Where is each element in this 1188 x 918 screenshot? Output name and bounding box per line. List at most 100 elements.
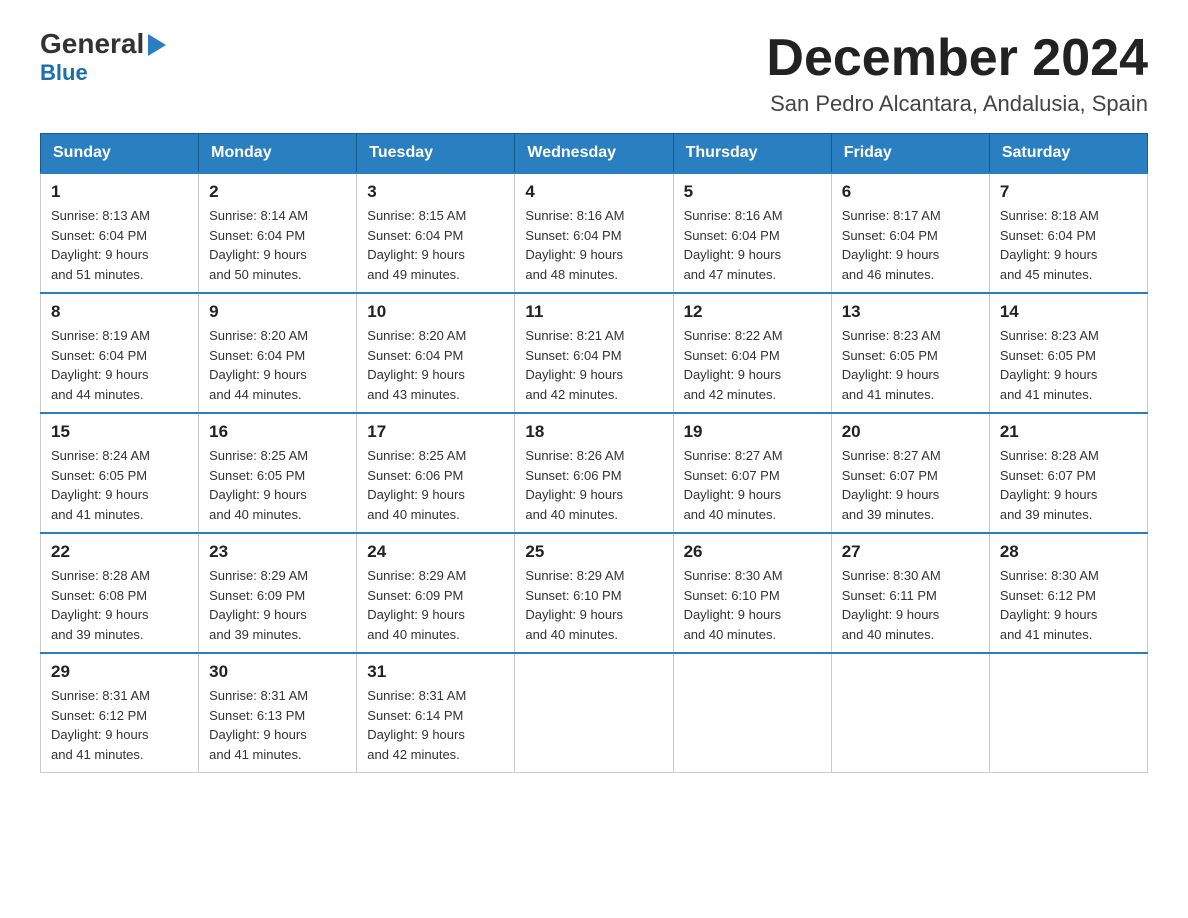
day-number: 28: [1000, 542, 1137, 562]
day-number: 8: [51, 302, 188, 322]
day-info: Sunrise: 8:31 AMSunset: 6:14 PMDaylight:…: [367, 686, 504, 764]
calendar-day-cell: 26Sunrise: 8:30 AMSunset: 6:10 PMDayligh…: [673, 533, 831, 653]
day-info: Sunrise: 8:31 AMSunset: 6:13 PMDaylight:…: [209, 686, 346, 764]
calendar-empty-cell: [673, 653, 831, 773]
day-number: 13: [842, 302, 979, 322]
calendar-week-row-5: 29Sunrise: 8:31 AMSunset: 6:12 PMDayligh…: [41, 653, 1148, 773]
calendar-day-cell: 1 Sunrise: 8:13 AMSunset: 6:04 PMDaylight…: [41, 173, 199, 293]
day-number: 3: [367, 182, 504, 202]
day-info: Sunrise: 8:30 AMSunset: 6:11 PMDaylight:…: [842, 566, 979, 644]
day-number: 17: [367, 422, 504, 442]
day-info: Sunrise: 8:16 AMSunset: 6:04 PMDaylight:…: [684, 206, 821, 284]
day-number: 2: [209, 182, 346, 202]
day-info: Sunrise: 8:28 AMSunset: 6:08 PMDaylight:…: [51, 566, 188, 644]
page-subtitle: San Pedro Alcantara, Andalusia, Spain: [766, 91, 1148, 117]
day-number: 20: [842, 422, 979, 442]
day-number: 29: [51, 662, 188, 682]
day-info: Sunrise: 8:15 AMSunset: 6:04 PMDaylight:…: [367, 206, 504, 284]
calendar-day-cell: 11 Sunrise: 8:21 AMSunset: 6:04 PMDayligh…: [515, 293, 673, 413]
day-info: Sunrise: 8:21 AMSunset: 6:04 PMDaylight:…: [525, 326, 662, 404]
calendar-week-row-4: 22Sunrise: 8:28 AMSunset: 6:08 PMDayligh…: [41, 533, 1148, 653]
logo-triangle-icon: [146, 32, 168, 58]
day-info: Sunrise: 8:25 AMSunset: 6:06 PMDaylight:…: [367, 446, 504, 524]
day-info: Sunrise: 8:30 AMSunset: 6:12 PMDaylight:…: [1000, 566, 1137, 644]
day-number: 27: [842, 542, 979, 562]
day-info: Sunrise: 8:20 AMSunset: 6:04 PMDaylight:…: [367, 326, 504, 404]
calendar-day-cell: 2Sunrise: 8:14 AMSunset: 6:04 PMDaylight…: [199, 173, 357, 293]
calendar-week-row-2: 8 Sunrise: 8:19 AMSunset: 6:04 PMDaylight…: [41, 293, 1148, 413]
day-number: 15: [51, 422, 188, 442]
day-number: 31: [367, 662, 504, 682]
day-info: Sunrise: 8:29 AMSunset: 6:09 PMDaylight:…: [209, 566, 346, 644]
day-number: 25: [525, 542, 662, 562]
calendar-day-cell: 20 Sunrise: 8:27 AMSunset: 6:07 PMDayligh…: [831, 413, 989, 533]
day-info: Sunrise: 8:27 AMSunset: 6:07 PMDaylight:…: [842, 446, 979, 524]
logo: General Blue: [40, 30, 168, 86]
calendar-day-cell: 19 Sunrise: 8:27 AMSunset: 6:07 PMDayligh…: [673, 413, 831, 533]
day-info: Sunrise: 8:29 AMSunset: 6:10 PMDaylight:…: [525, 566, 662, 644]
day-info: Sunrise: 8:28 AMSunset: 6:07 PMDaylight:…: [1000, 446, 1137, 524]
calendar-header-row: Sunday Monday Tuesday Wednesday Thursday…: [41, 134, 1148, 174]
calendar-day-cell: 30 Sunrise: 8:31 AMSunset: 6:13 PMDayligh…: [199, 653, 357, 773]
calendar-day-cell: 18 Sunrise: 8:26 AMSunset: 6:06 PMDayligh…: [515, 413, 673, 533]
day-number: 21: [1000, 422, 1137, 442]
col-tuesday: Tuesday: [357, 134, 515, 174]
calendar-day-cell: 31 Sunrise: 8:31 AMSunset: 6:14 PMDayligh…: [357, 653, 515, 773]
calendar-day-cell: 16 Sunrise: 8:25 AMSunset: 6:05 PMDayligh…: [199, 413, 357, 533]
day-number: 18: [525, 422, 662, 442]
day-number: 6: [842, 182, 979, 202]
title-block: December 2024 San Pedro Alcantara, Andal…: [766, 30, 1148, 117]
day-info: Sunrise: 8:18 AMSunset: 6:04 PMDaylight:…: [1000, 206, 1137, 284]
day-info: Sunrise: 8:26 AMSunset: 6:06 PMDaylight:…: [525, 446, 662, 524]
col-monday: Monday: [199, 134, 357, 174]
calendar-day-cell: 17 Sunrise: 8:25 AMSunset: 6:06 PMDayligh…: [357, 413, 515, 533]
day-info: Sunrise: 8:25 AMSunset: 6:05 PMDaylight:…: [209, 446, 346, 524]
calendar-table: Sunday Monday Tuesday Wednesday Thursday…: [40, 133, 1148, 773]
day-number: 16: [209, 422, 346, 442]
day-number: 30: [209, 662, 346, 682]
day-number: 24: [367, 542, 504, 562]
day-info: Sunrise: 8:17 AMSunset: 6:04 PMDaylight:…: [842, 206, 979, 284]
calendar-day-cell: 15 Sunrise: 8:24 AMSunset: 6:05 PMDayligh…: [41, 413, 199, 533]
calendar-day-cell: 13 Sunrise: 8:23 AMSunset: 6:05 PMDayligh…: [831, 293, 989, 413]
day-info: Sunrise: 8:13 AMSunset: 6:04 PMDaylight:…: [51, 206, 188, 284]
calendar-day-cell: 3 Sunrise: 8:15 AMSunset: 6:04 PMDaylight…: [357, 173, 515, 293]
calendar-day-cell: 4 Sunrise: 8:16 AMSunset: 6:04 PMDaylight…: [515, 173, 673, 293]
logo-blue-label: Blue: [40, 60, 88, 86]
day-info: Sunrise: 8:23 AMSunset: 6:05 PMDaylight:…: [842, 326, 979, 404]
day-number: 7: [1000, 182, 1137, 202]
day-info: Sunrise: 8:27 AMSunset: 6:07 PMDaylight:…: [684, 446, 821, 524]
day-number: 12: [684, 302, 821, 322]
day-info: Sunrise: 8:23 AMSunset: 6:05 PMDaylight:…: [1000, 326, 1137, 404]
calendar-day-cell: 27 Sunrise: 8:30 AMSunset: 6:11 PMDayligh…: [831, 533, 989, 653]
col-friday: Friday: [831, 134, 989, 174]
day-info: Sunrise: 8:20 AMSunset: 6:04 PMDaylight:…: [209, 326, 346, 404]
day-info: Sunrise: 8:19 AMSunset: 6:04 PMDaylight:…: [51, 326, 188, 404]
day-number: 23: [209, 542, 346, 562]
day-info: Sunrise: 8:16 AMSunset: 6:04 PMDaylight:…: [525, 206, 662, 284]
day-info: Sunrise: 8:30 AMSunset: 6:10 PMDaylight:…: [684, 566, 821, 644]
day-number: 19: [684, 422, 821, 442]
day-number: 4: [525, 182, 662, 202]
day-info: Sunrise: 8:29 AMSunset: 6:09 PMDaylight:…: [367, 566, 504, 644]
calendar-day-cell: 6 Sunrise: 8:17 AMSunset: 6:04 PMDaylight…: [831, 173, 989, 293]
col-sunday: Sunday: [41, 134, 199, 174]
calendar-day-cell: 24 Sunrise: 8:29 AMSunset: 6:09 PMDayligh…: [357, 533, 515, 653]
calendar-empty-cell: [989, 653, 1147, 773]
day-number: 10: [367, 302, 504, 322]
calendar-day-cell: 9 Sunrise: 8:20 AMSunset: 6:04 PMDaylight…: [199, 293, 357, 413]
day-number: 14: [1000, 302, 1137, 322]
day-info: Sunrise: 8:24 AMSunset: 6:05 PMDaylight:…: [51, 446, 188, 524]
col-thursday: Thursday: [673, 134, 831, 174]
calendar-day-cell: 21 Sunrise: 8:28 AMSunset: 6:07 PMDayligh…: [989, 413, 1147, 533]
page-title: December 2024: [766, 30, 1148, 87]
day-number: 11: [525, 302, 662, 322]
calendar-day-cell: 10 Sunrise: 8:20 AMSunset: 6:04 PMDayligh…: [357, 293, 515, 413]
page-header: General Blue December 2024 San Pedro Alc…: [40, 30, 1148, 117]
calendar-day-cell: 12Sunrise: 8:22 AMSunset: 6:04 PMDayligh…: [673, 293, 831, 413]
day-number: 1: [51, 182, 188, 202]
day-number: 9: [209, 302, 346, 322]
calendar-day-cell: 23 Sunrise: 8:29 AMSunset: 6:09 PMDayligh…: [199, 533, 357, 653]
logo-general-text: General: [40, 30, 144, 58]
calendar-empty-cell: [831, 653, 989, 773]
